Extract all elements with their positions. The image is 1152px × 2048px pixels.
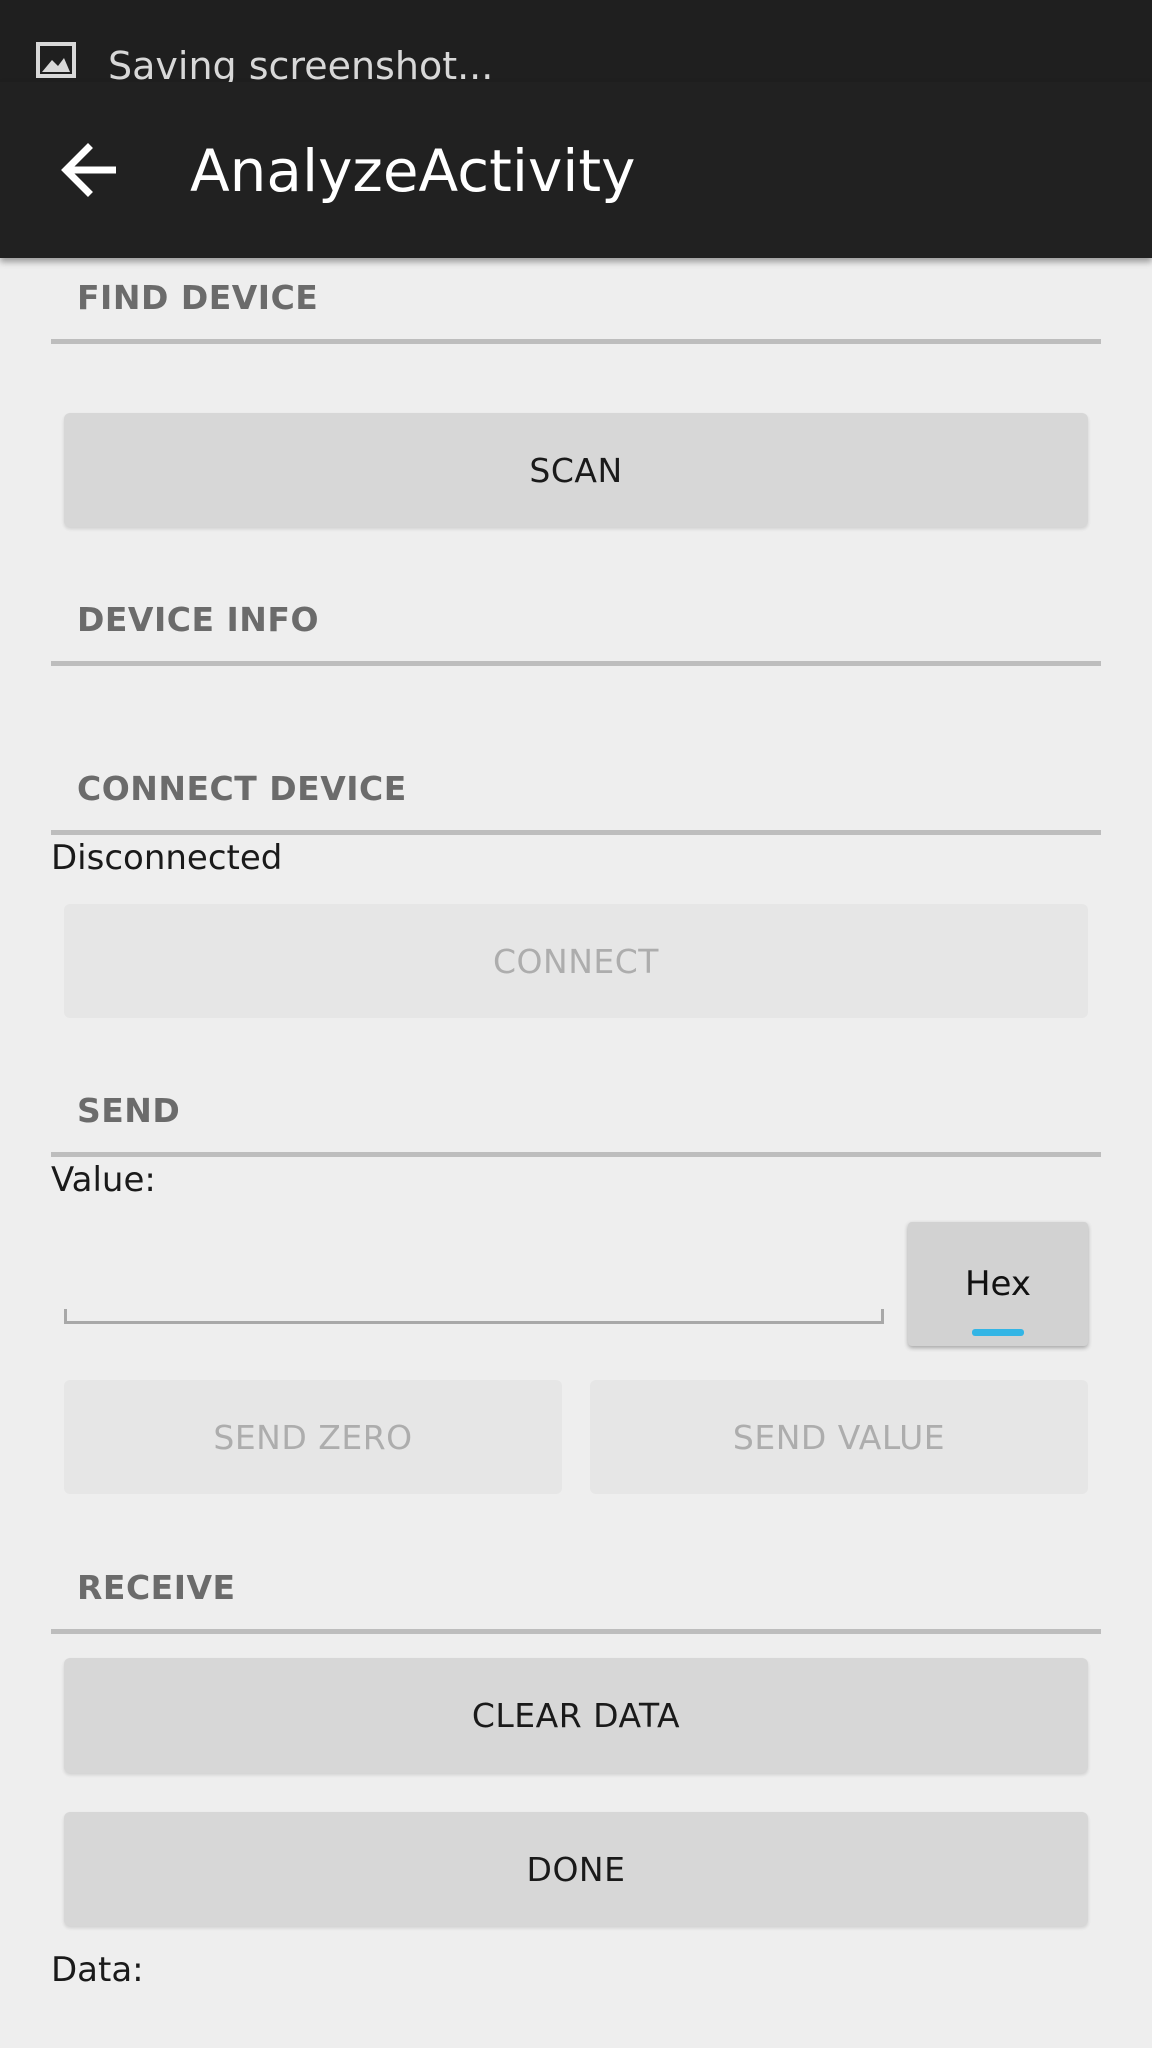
connection-status: Disconnected [51,838,283,878]
input-underline-left [64,1309,67,1321]
page-title: AnalyzeActivity [190,137,636,205]
section-title: RECEIVE [77,1568,236,1607]
section-title: CONNECT DEVICE [77,769,407,808]
hex-toggle-label: Hex [964,1264,1031,1304]
done-button[interactable]: DONE [64,1812,1088,1926]
section-title: DEVICE INFO [77,600,319,639]
hex-toggle-button[interactable]: Hex [908,1222,1088,1346]
data-label: Data: [51,1950,144,1990]
toggle-indicator [972,1329,1024,1336]
section-title: FIND DEVICE [77,278,319,317]
status-bar: Saving screenshot... [0,0,1152,82]
app-bar: AnalyzeActivity [0,82,1152,258]
section-title: SEND [77,1091,181,1130]
value-input[interactable] [64,1212,884,1324]
section-header-receive: RECEIVE [51,1548,1101,1634]
input-underline-right [881,1309,884,1321]
send-value-button[interactable]: SEND VALUE [590,1380,1088,1494]
arrow-left-icon[interactable] [60,142,120,198]
section-header-device-info: DEVICE INFO [51,580,1101,666]
image-icon [36,42,76,78]
send-zero-button[interactable]: SEND ZERO [64,1380,562,1494]
connect-button[interactable]: CONNECT [64,904,1088,1018]
section-header-send: SEND [51,1071,1101,1157]
section-header-find-device: FIND DEVICE [51,260,1101,344]
clear-data-button[interactable]: CLEAR DATA [64,1658,1088,1773]
value-label: Value: [51,1160,156,1200]
notification-text: Saving screenshot... [108,44,494,82]
scan-button[interactable]: SCAN [64,413,1088,527]
section-header-connect-device: CONNECT DEVICE [51,749,1101,835]
